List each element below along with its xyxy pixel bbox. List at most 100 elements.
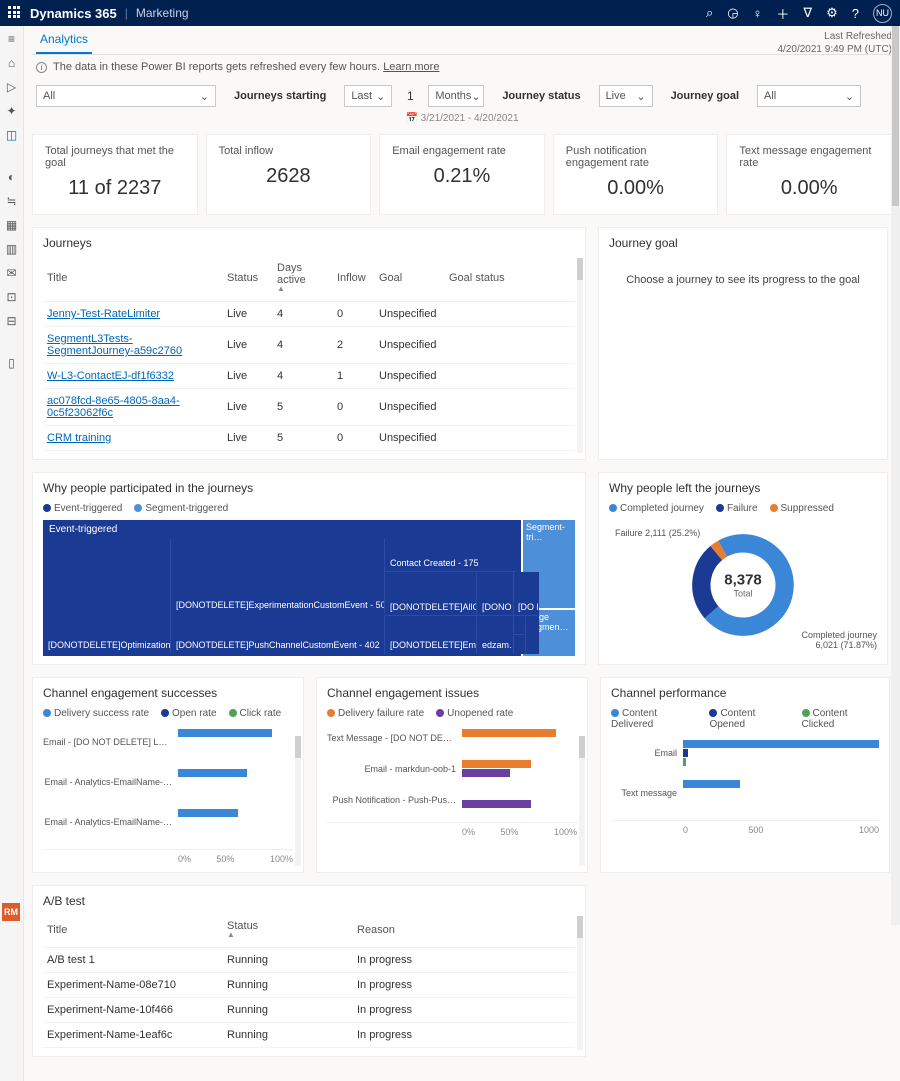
table-row[interactable]: W-L3-ContactEJ-df1f6332Live41Unspecified — [43, 364, 575, 389]
channel-performance-card: Channel performance Content Delivered Co… — [600, 677, 890, 873]
bar-row: Email - markdun-oob-1 — [327, 760, 577, 777]
journeys-card: Journeys Title Status Days active▲ Inflo… — [32, 227, 586, 460]
filter-months[interactable]: Months⌄ — [428, 85, 484, 107]
nav-icon-1[interactable]: ◐ — [5, 170, 19, 184]
col-status[interactable]: Status — [223, 258, 273, 302]
add-icon[interactable]: ＋ — [776, 4, 789, 23]
legend: Delivery success rate Open rate Click ra… — [43, 708, 293, 719]
scrollbar[interactable] — [577, 916, 583, 1050]
table-row[interactable]: Experiment-Name-1eaf6cRunningIn progress — [43, 1023, 575, 1048]
kpi-card: Total inflow2628 — [206, 134, 372, 215]
journey-link[interactable]: Jenny-Test-RateLimiter — [47, 308, 160, 320]
nav-icon-7[interactable]: ▯ — [5, 356, 19, 370]
nav-icon-4[interactable]: ▥ — [5, 242, 19, 256]
col-days[interactable]: Days active▲ — [273, 258, 333, 302]
card-title: Channel engagement issues — [327, 686, 577, 700]
filter-last[interactable]: Last⌄ — [344, 85, 392, 107]
channel-successes-card: Channel engagement successes Delivery su… — [32, 677, 304, 873]
kpi-row: Total journeys that met the goal11 of 22… — [32, 134, 892, 215]
table-row[interactable]: ac078fcd-8e65-4805-8aa4-0c5f23062f6cLive… — [43, 389, 575, 426]
abtest-card: A/B test Title Status▲ Reason A/B test 1… — [32, 885, 586, 1057]
scrollbar[interactable] — [579, 736, 585, 866]
bar-row: Email — [611, 740, 879, 766]
tab-analytics[interactable]: Analytics — [36, 26, 92, 54]
card-title: Channel engagement successes — [43, 686, 293, 700]
treemap[interactable]: Event-triggered [DONOTDELETE]Optimizatio… — [43, 520, 575, 656]
rm-badge[interactable]: RM — [2, 903, 20, 921]
journeys-icon[interactable]: ✦ — [5, 104, 19, 118]
info-icon: i — [36, 62, 47, 73]
col-goal[interactable]: Goal — [375, 258, 445, 302]
card-title: Channel performance — [611, 686, 879, 700]
filter-all[interactable]: All⌄ — [36, 85, 216, 107]
donut-chart[interactable]: 8,378Total — [688, 530, 798, 640]
abtest-table: Title Status▲ Reason A/B test 1RunningIn… — [43, 916, 575, 1048]
legend: Completed journey Failure Suppressed — [609, 503, 877, 514]
table-row[interactable]: SegmentL3Tests-SegmentJourney-a59c2760Li… — [43, 327, 575, 364]
module-name[interactable]: Marketing — [136, 6, 189, 20]
legend: Content Delivered Content Opened Content… — [611, 708, 879, 730]
journey-goal-label: Journey goal — [671, 90, 739, 102]
table-row[interactable]: Jenny-Test-RateLimiterLive40Unspecified — [43, 302, 575, 327]
learn-more-link[interactable]: Learn more — [383, 61, 439, 73]
nav-icon-3[interactable]: ▦ — [5, 218, 19, 232]
filter-icon[interactable]: ∇ — [803, 5, 812, 21]
nav-icon-2[interactable]: ≒ — [5, 194, 19, 208]
scrollbar[interactable] — [577, 258, 583, 453]
bar-row: Push Notification - Push-Pus… — [327, 791, 577, 808]
col-title[interactable]: Title — [43, 258, 223, 302]
nav-icon-6[interactable]: ⊟ — [5, 314, 19, 328]
gear-icon[interactable]: ⚙ — [826, 5, 838, 21]
journey-goal-card: Journey goal Choose a journey to see its… — [598, 227, 888, 460]
col-status[interactable]: Status▲ — [223, 916, 353, 948]
play-icon[interactable]: ▷ — [5, 80, 19, 94]
filter-goal[interactable]: All⌄ — [757, 85, 861, 107]
journey-goal-message: Choose a journey to see its progress to … — [609, 258, 877, 302]
table-row[interactable]: Experiment-Name-10f466RunningIn progress — [43, 998, 575, 1023]
search-icon[interactable]: ⌕ — [706, 5, 713, 21]
table-row[interactable]: A/B test 1RunningIn progress — [43, 948, 575, 973]
chevron-down-icon: ⌄ — [376, 90, 385, 103]
card-title: Why people left the journeys — [609, 481, 877, 495]
help-icon[interactable]: ? — [852, 6, 859, 21]
filter-number[interactable]: 1 — [396, 89, 424, 103]
col-title[interactable]: Title — [43, 916, 223, 948]
user-avatar[interactable]: NU — [873, 4, 892, 23]
idea-icon[interactable]: ♀ — [753, 6, 763, 21]
bar-row: Email - [DO NOT DELETE] L3 … — [43, 729, 293, 755]
col-goalstatus[interactable]: Goal status — [445, 258, 575, 302]
nav-icon-5[interactable]: ⊡ — [5, 290, 19, 304]
tabs: Analytics — [32, 26, 892, 55]
participated-card: Why people participated in the journeys … — [32, 472, 586, 665]
journey-link[interactable]: ac078fcd-8e65-4805-8aa4-0c5f23062f6c — [47, 395, 180, 419]
mail-icon[interactable]: ✉ — [5, 266, 19, 280]
legend: Event-triggered Segment-triggered — [43, 503, 575, 514]
side-rail: ≡ ⌂ ▷ ✦ ◫ ◐ ≒ ▦ ▥ ✉ ⊡ ⊟ ▯ — [0, 26, 24, 1081]
journeys-starting-label: Journeys starting — [234, 90, 326, 102]
journey-link[interactable]: CRM training — [47, 432, 111, 444]
channel-issues-card: Channel engagement issues Delivery failu… — [316, 677, 588, 873]
task-icon[interactable]: ◶ — [727, 5, 738, 21]
scrollbar[interactable] — [295, 736, 301, 866]
legend: Delivery failure rate Unopened rate — [327, 708, 577, 719]
table-row[interactable]: CRM trainingLive50Unspecified — [43, 426, 575, 451]
journey-link[interactable]: SegmentL3Tests-SegmentJourney-a59c2760 — [47, 333, 182, 357]
page-scrollbar[interactable] — [891, 26, 900, 925]
kpi-card: Push notification engagement rate0.00% — [553, 134, 719, 215]
product-name: Dynamics 365 — [30, 6, 117, 21]
app-launcher-icon[interactable] — [8, 6, 22, 20]
menu-icon[interactable]: ≡ — [5, 32, 19, 46]
card-title: Why people participated in the journeys — [43, 481, 575, 495]
home-icon[interactable]: ⌂ — [5, 56, 19, 70]
table-row[interactable]: Experiment-Name-08e710RunningIn progress — [43, 973, 575, 998]
chevron-down-icon: ⌄ — [471, 90, 480, 103]
col-inflow[interactable]: Inflow — [333, 258, 375, 302]
filter-status[interactable]: Live⌄ — [599, 85, 653, 107]
analytics-icon[interactable]: ◫ — [5, 128, 19, 142]
date-range: 📅 3/21/2021 - 4/20/2021 — [32, 113, 892, 124]
col-reason[interactable]: Reason — [353, 916, 575, 948]
journeys-table: Title Status Days active▲ Inflow Goal Go… — [43, 258, 575, 451]
journey-link[interactable]: W-L3-ContactEJ-df1f6332 — [47, 370, 174, 382]
kpi-card: Email engagement rate0.21% — [379, 134, 545, 215]
card-title: A/B test — [43, 894, 575, 908]
